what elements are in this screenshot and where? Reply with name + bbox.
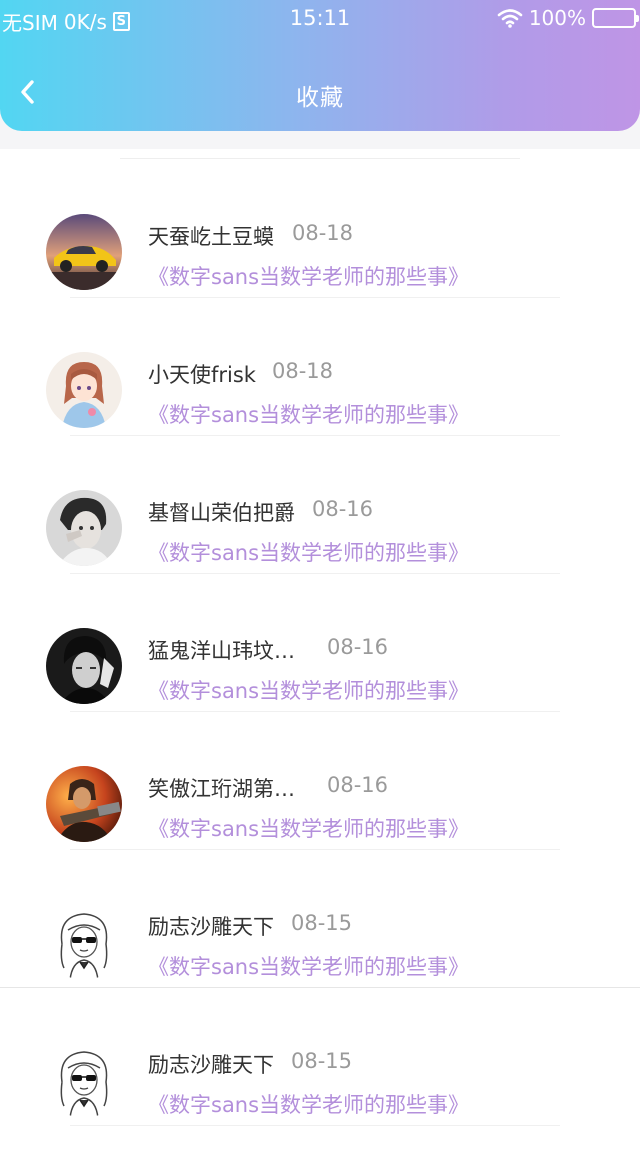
post-title-link[interactable]: 《数字sans当数学老师的那些事》 (148, 951, 469, 981)
post-title-link[interactable]: 《数字sans当数学老师的那些事》 (148, 537, 469, 567)
username: 基督山荣伯把爵 (148, 501, 295, 525)
item-header: 小天使frisk 08-18 (148, 359, 333, 389)
item-header: 笑傲江珩湖第… 08-16 (148, 773, 388, 803)
username: 励志沙雕天下 (148, 915, 274, 939)
item-header: 猛鬼洋山玮坟… 08-16 (148, 635, 388, 665)
username: 小天使frisk (148, 363, 256, 387)
avatar[interactable] (46, 628, 122, 704)
avatar[interactable] (46, 1042, 122, 1118)
date: 08-15 (291, 911, 353, 935)
username: 励志沙雕天下 (148, 1053, 274, 1077)
bw-portrait-avatar-icon (46, 490, 122, 566)
favorite-item[interactable]: 励志沙雕天下 08-15 《数字sans当数学老师的那些事》 (0, 988, 640, 1126)
divider (70, 1125, 560, 1126)
anime-girl-avatar-icon (46, 352, 122, 428)
sketch-sunglasses-avatar-icon (46, 904, 122, 980)
favorite-item[interactable]: 小天使frisk 08-18 《数字sans当数学老师的那些事》 (0, 298, 640, 436)
status-bar: 无SIM 0K/s S 15:11 100% (0, 0, 640, 38)
battery-percent: 100% (528, 6, 586, 30)
wifi-icon (497, 9, 523, 28)
item-header: 励志沙雕天下 08-15 (148, 911, 352, 941)
game-warrior-avatar-icon (46, 766, 122, 842)
post-title-link[interactable]: 《数字sans当数学老师的那些事》 (148, 1089, 469, 1119)
date: 08-18 (271, 359, 333, 383)
status-right: 100% (497, 6, 639, 30)
favorite-item[interactable]: 励志沙雕天下 08-15 《数字sans当数学老师的那些事》 (0, 850, 640, 988)
avatar[interactable] (46, 904, 122, 980)
post-title-link[interactable]: 《数字sans当数学老师的那些事》 (148, 813, 469, 843)
item-header: 基督山荣伯把爵 08-16 (148, 497, 373, 527)
favorites-list: 天蚕屹土豆蟆 08-18 《数字sans当数学老师的那些事》 小天使frisk … (0, 149, 640, 1157)
header: 无SIM 0K/s S 15:11 100% 收藏 (0, 0, 640, 131)
avatar[interactable] (46, 490, 122, 566)
item-header: 天蚕屹土豆蟆 08-18 (148, 221, 353, 251)
post-title-link[interactable]: 《数字sans当数学老师的那些事》 (148, 261, 469, 291)
item-header: 励志沙雕天下 08-15 (148, 1049, 352, 1079)
username: 笑傲江珩湖第… (148, 777, 295, 801)
post-title-link[interactable]: 《数字sans当数学老师的那些事》 (148, 675, 469, 705)
avatar[interactable] (46, 766, 122, 842)
date: 08-18 (292, 221, 354, 245)
username: 天蚕屹土豆蟆 (148, 225, 274, 249)
date: 08-16 (312, 497, 374, 521)
sketch-sunglasses-avatar-icon (46, 1042, 122, 1118)
favorite-item[interactable]: 基督山荣伯把爵 08-16 《数字sans当数学老师的那些事》 (0, 436, 640, 574)
car-avatar-icon (46, 214, 122, 290)
favorite-item[interactable]: 猛鬼洋山玮坟… 08-16 《数字sans当数学老师的那些事》 (0, 574, 640, 712)
avatar[interactable] (46, 214, 122, 290)
bw-man-avatar-icon (46, 628, 122, 704)
battery-icon (592, 8, 639, 28)
page-title: 收藏 (296, 85, 344, 111)
favorite-item[interactable]: 笑傲江珩湖第… 08-16 《数字sans当数学老师的那些事》 (0, 712, 640, 850)
divider (120, 158, 520, 159)
favorite-item[interactable]: 天蚕屹土豆蟆 08-18 《数字sans当数学老师的那些事》 (0, 160, 640, 298)
date: 08-15 (291, 1049, 353, 1073)
date: 08-16 (327, 773, 389, 797)
avatar[interactable] (46, 352, 122, 428)
date: 08-16 (327, 635, 389, 659)
post-title-link[interactable]: 《数字sans当数学老师的那些事》 (148, 399, 469, 429)
username: 猛鬼洋山玮坟… (148, 639, 295, 663)
